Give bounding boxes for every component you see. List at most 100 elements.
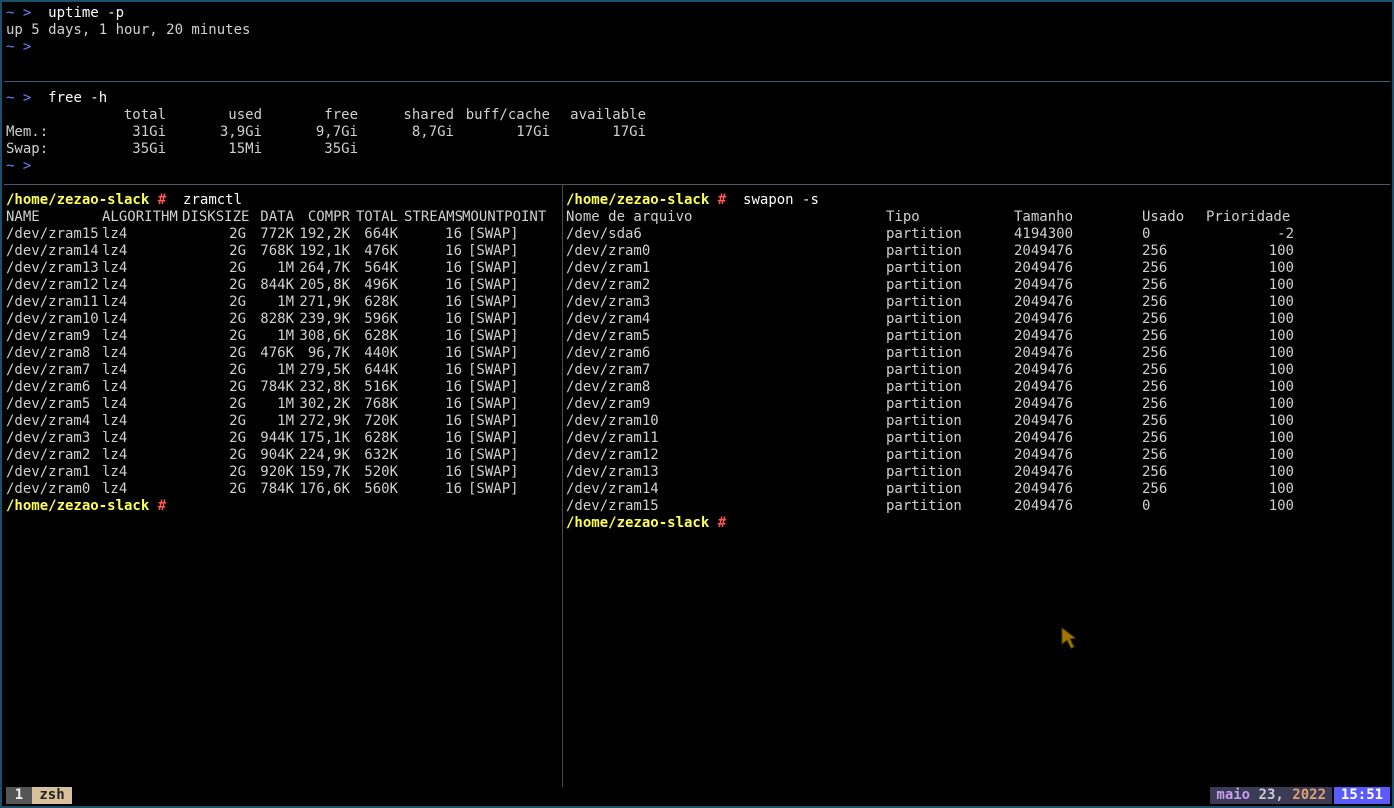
table-cell: 192,1K (299, 243, 350, 259)
table-cell: 232,8K (299, 379, 350, 395)
prompt-line-active[interactable]: /home/zezao-slack # (566, 515, 1388, 532)
table-cell: 516K (364, 379, 398, 395)
pane-divider-vertical (562, 185, 563, 787)
table-cell: /dev/zram14 (566, 481, 659, 497)
table-cell: 2049476 (1014, 260, 1074, 276)
table-cell: 16 (445, 277, 462, 293)
table-row: /dev/zram0 partition 2049476 256 100 (566, 243, 1388, 260)
table-cell: [SWAP] (468, 396, 519, 412)
table-cell: /dev/zram3 (6, 430, 91, 446)
pane-swapon[interactable]: /home/zezao-slack # swapon -s Nome de ar… (566, 192, 1388, 784)
table-cell: 2049476 (1014, 498, 1074, 514)
table-cell: 440K (364, 345, 398, 361)
table-cell: partition (886, 464, 962, 480)
table-cell: 784K (260, 481, 294, 497)
table-row: /dev/zram0 lz4 2G 784K 176,6K 560K 16 [SWAP] (6, 481, 558, 498)
table-cell: 2049476 (1014, 413, 1074, 429)
table-cell: partition (886, 396, 962, 412)
free-row-label: Mem.: (6, 124, 49, 140)
table-cell: 1M (277, 362, 294, 378)
table-cell: 302,2K (299, 396, 350, 412)
table-cell: 100 (1268, 277, 1294, 293)
table-cell: 520K (364, 464, 398, 480)
free-cell: 8,7Gi (411, 124, 454, 140)
free-cell: 17Gi (516, 124, 550, 140)
table-cell: 784K (260, 379, 294, 395)
table-cell: [SWAP] (468, 294, 519, 310)
table-cell: 2G (229, 311, 246, 327)
table-row: /dev/zram11 partition 2049476 256 100 (566, 430, 1388, 447)
table-cell: lz4 (102, 379, 128, 395)
table-cell: 0 (1142, 498, 1151, 514)
table-cell: 16 (445, 226, 462, 242)
column-header: Usado (1142, 209, 1185, 225)
table-cell: 664K (364, 226, 398, 242)
table-row: /dev/zram15 partition 2049476 0 100 (566, 498, 1388, 515)
mouse-cursor-icon (1061, 627, 1077, 649)
table-cell: partition (886, 447, 962, 463)
table-cell: /dev/zram5 (6, 396, 91, 412)
prompt-hash: # (717, 192, 727, 208)
table-cell: 2049476 (1014, 345, 1074, 361)
free-header-cell: total (123, 107, 166, 123)
table-cell: 772K (260, 226, 294, 242)
table-cell: /dev/zram1 (6, 464, 91, 480)
free-row-swap: Swap: 35Gi 15Mi 35Gi (6, 141, 1390, 158)
table-cell: /dev/zram7 (566, 362, 651, 378)
prompt-arrow: ~ > (6, 39, 32, 55)
table-row: /dev/zram15 lz4 2G 772K 192,2K 664K 16 [SWAP] (6, 226, 558, 243)
table-cell: 644K (364, 362, 398, 378)
table-cell: 256 (1142, 277, 1168, 293)
window-index[interactable]: 1 (6, 787, 32, 804)
table-cell: 16 (445, 345, 462, 361)
prompt-line-empty[interactable]: ~ > (6, 39, 1390, 56)
table-header: Nome de arquivo Tipo Tamanho Usado Prioridad… (566, 209, 1388, 226)
table-row: /dev/zram7 partition 2049476 256 100 (566, 362, 1388, 379)
table-cell: 496K (364, 277, 398, 293)
command-text: free -h (48, 90, 108, 106)
table-cell: 16 (445, 464, 462, 480)
table-cell: 205,8K (299, 277, 350, 293)
prompt-line-empty[interactable]: ~ > (6, 158, 1390, 175)
table-cell: 1M (277, 294, 294, 310)
window-tab-zsh[interactable]: zsh (32, 787, 72, 804)
prompt-hash: # (157, 498, 167, 514)
status-bar: 1 zsh maio 23, 2022 15:51 (2, 787, 1392, 804)
free-row-label: Swap: (6, 141, 49, 157)
table-cell: 476K (364, 243, 398, 259)
prompt-path: /home/zezao-slack (6, 498, 150, 514)
table-cell: /dev/zram5 (566, 328, 651, 344)
free-cell: 35Gi (324, 141, 358, 157)
table-cell: 2G (229, 362, 246, 378)
table-cell: 596K (364, 311, 398, 327)
table-row: /dev/zram8 lz4 2G 476K 96,7K 440K 16 [SWAP] (6, 345, 558, 362)
table-cell: 16 (445, 243, 462, 259)
column-header: Prioridade (1206, 209, 1291, 225)
table-cell: /dev/zram15 (566, 498, 659, 514)
table-cell: 176,6K (299, 481, 350, 497)
prompt-line-active[interactable]: /home/zezao-slack # (6, 498, 558, 515)
free-header-cell: available (570, 107, 646, 123)
table-cell: 256 (1142, 413, 1168, 429)
prompt-path: /home/zezao-slack (6, 192, 150, 208)
table-row: /dev/zram13 lz4 2G 1M 264,7K 564K 16 [SWAP] (6, 260, 558, 277)
table-row: /dev/zram8 partition 2049476 256 100 (566, 379, 1388, 396)
table-cell: 2G (229, 413, 246, 429)
table-cell: partition (886, 294, 962, 310)
pane-free[interactable]: ~ > free -h total used free shared buff/cach… (6, 90, 1390, 176)
column-header: DISKSIZE (182, 209, 250, 225)
pane-uptime[interactable]: ~ > uptime -p up 5 days, 1 hour, 20 minu… (6, 5, 1390, 75)
table-cell: 175,1K (299, 430, 350, 446)
column-header: Tipo (886, 209, 920, 225)
table-cell: 100 (1268, 498, 1294, 514)
table-cell: 2049476 (1014, 379, 1074, 395)
pane-zramctl[interactable]: /home/zezao-slack # zramctl NAME ALGORITH… (6, 192, 558, 784)
column-header: MOUNTPOINT (462, 209, 547, 225)
table-cell: 2G (229, 277, 246, 293)
table-cell: 16 (445, 413, 462, 429)
table-cell: 100 (1268, 481, 1294, 497)
table-cell: partition (886, 379, 962, 395)
table-cell: 944K (260, 430, 294, 446)
zramctl-table: NAME ALGORITHM DISKSIZE DATA COMPR TOTAL STREA… (6, 209, 558, 498)
prompt-arrow: ~ > (6, 158, 32, 174)
